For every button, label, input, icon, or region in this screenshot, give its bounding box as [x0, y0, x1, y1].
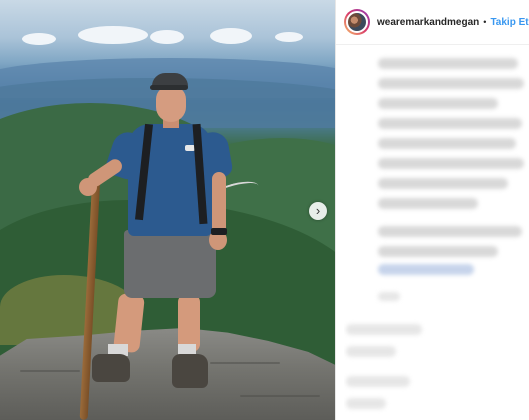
blurred-text — [378, 78, 524, 89]
cloud — [275, 32, 303, 42]
next-photo-button[interactable]: › — [309, 202, 327, 220]
hiking-boot — [172, 354, 208, 388]
wrist-watch — [211, 228, 227, 235]
blurred-text — [378, 158, 524, 169]
profile-avatar[interactable] — [346, 11, 368, 33]
blurred-comment — [346, 398, 386, 409]
username-link[interactable]: wearemarkandmegan — [377, 17, 479, 28]
blurred-text — [378, 138, 516, 149]
blurred-text — [378, 178, 508, 189]
blurred-text — [378, 118, 522, 129]
cloud — [78, 26, 148, 44]
hiker-arm — [212, 172, 226, 236]
cap-brim — [150, 85, 188, 90]
rock-crack — [210, 362, 280, 364]
rock-crack — [240, 395, 320, 397]
hiker-head — [156, 86, 186, 122]
blurred-text — [378, 246, 498, 257]
cloud — [22, 33, 56, 45]
pane-divider — [335, 0, 336, 420]
blurred-hashtags — [378, 264, 474, 275]
blurred-text — [378, 226, 522, 237]
hiker-hand — [79, 178, 97, 196]
separator-dot: • — [483, 17, 487, 27]
blurred-comment — [346, 376, 410, 387]
blurred-timestamp — [378, 292, 400, 301]
cloud — [150, 30, 184, 44]
blurred-comment — [346, 324, 422, 335]
chevron-right-icon: › — [315, 203, 321, 218]
story-ring[interactable] — [344, 9, 370, 35]
hiker-shorts — [124, 230, 216, 298]
blurred-text — [378, 198, 478, 209]
blurred-comment — [346, 346, 396, 357]
blurred-text — [378, 98, 498, 109]
post-header: wearemarkandmegan • Takip Et — [336, 0, 529, 44]
follow-button[interactable]: Takip Et — [490, 17, 528, 28]
rock-crack — [20, 370, 80, 372]
blurred-text — [378, 58, 518, 69]
blurred-caption-area — [344, 46, 529, 420]
post-photo[interactable] — [0, 0, 335, 420]
cloud — [210, 28, 252, 44]
hiking-boot — [92, 354, 130, 382]
header-divider — [336, 44, 529, 45]
